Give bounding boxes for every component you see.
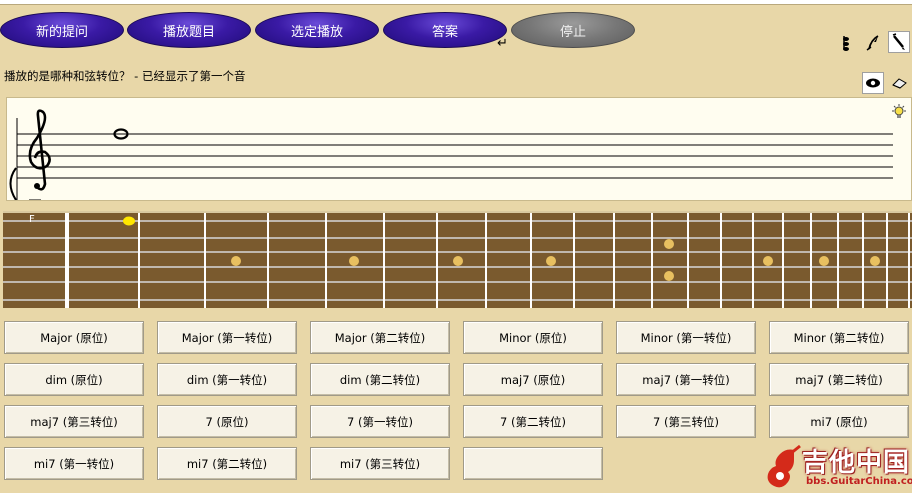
chord-button[interactable]: Minor (原位) bbox=[463, 321, 603, 354]
chord-button[interactable]: maj7 (原位) bbox=[463, 363, 603, 396]
eraser-icon[interactable] bbox=[888, 72, 910, 94]
active-note-marker bbox=[123, 216, 135, 226]
quill-icon[interactable] bbox=[862, 32, 884, 54]
watermark: 吉他中国 bbs.GuitarChina.com bbox=[756, 442, 912, 493]
chord-button[interactable]: Major (第二转位) bbox=[310, 321, 450, 354]
fret-bars bbox=[138, 213, 910, 308]
staff-panel bbox=[6, 97, 912, 201]
return-icon: ↵ bbox=[497, 36, 508, 51]
fret-nut bbox=[65, 213, 69, 308]
chord-button[interactable]: maj7 (第二转位) bbox=[769, 363, 909, 396]
chord-button[interactable]: dim (原位) bbox=[4, 363, 144, 396]
music-staff bbox=[9, 109, 893, 200]
string-label: F bbox=[29, 214, 35, 225]
note-icon[interactable] bbox=[836, 32, 858, 54]
chord-button[interactable]: mi7 (第二转位) bbox=[157, 447, 297, 480]
top-border bbox=[0, 0, 912, 5]
chord-button[interactable]: maj7 (第一转位) bbox=[616, 363, 756, 396]
chord-button[interactable]: mi7 (第一转位) bbox=[4, 447, 144, 480]
play-question-button[interactable]: 播放题目 bbox=[127, 12, 251, 48]
guitar-logo-icon bbox=[767, 444, 801, 488]
fretboard[interactable]: F bbox=[3, 211, 912, 308]
chord-button[interactable]: Minor (第一转位) bbox=[616, 321, 756, 354]
play-selected-button[interactable]: 选定播放 bbox=[255, 12, 379, 48]
chord-button[interactable]: maj7 (第三转位) bbox=[4, 405, 144, 438]
chord-button-blank[interactable] bbox=[463, 447, 603, 480]
lightbulb-icon[interactable] bbox=[891, 104, 907, 126]
question-text: 播放的是哪种和弦转位？ - 已经显示了第一个音 bbox=[4, 69, 246, 83]
chord-button[interactable]: 7 (原位) bbox=[157, 405, 297, 438]
watermark-url: bbs.GuitarChina.com bbox=[806, 476, 912, 487]
chord-button[interactable]: dim (第一转位) bbox=[157, 363, 297, 396]
chord-button[interactable]: mi7 (第三转位) bbox=[310, 447, 450, 480]
chord-button[interactable]: Minor (第二转位) bbox=[769, 321, 909, 354]
chord-button[interactable]: Major (第一转位) bbox=[157, 321, 297, 354]
watermark-title: 吉他中国 bbox=[802, 448, 911, 478]
new-question-button[interactable]: 新的提问 bbox=[0, 12, 124, 48]
chord-button[interactable]: dim (第二转位) bbox=[310, 363, 450, 396]
chord-button[interactable]: 7 (第二转位) bbox=[463, 405, 603, 438]
stop-button[interactable]: 停止 bbox=[511, 12, 635, 48]
chord-button[interactable]: 7 (第一转位) bbox=[310, 405, 450, 438]
answer-button[interactable]: 答案 bbox=[383, 12, 507, 48]
chord-button[interactable]: mi7 (原位) bbox=[769, 405, 909, 438]
pen-icon[interactable] bbox=[888, 31, 910, 53]
chord-button[interactable]: 7 (第三转位) bbox=[616, 405, 756, 438]
eye-icon[interactable] bbox=[862, 72, 884, 94]
chord-button[interactable]: Major (原位) bbox=[4, 321, 144, 354]
